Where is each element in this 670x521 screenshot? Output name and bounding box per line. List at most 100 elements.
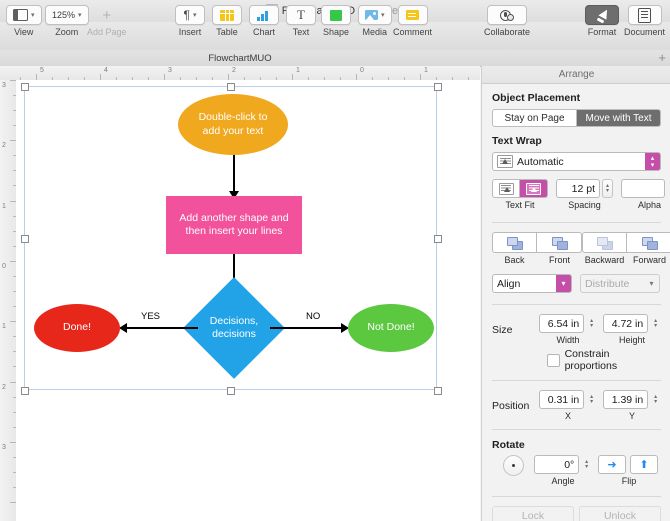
alpha-value[interactable] — [621, 179, 665, 198]
align-distribute-row: Align ▾ Distribute ▾ — [492, 274, 661, 293]
stay-on-page-option[interactable]: Stay on Page — [493, 110, 577, 126]
width-value[interactable]: 6.54 in — [539, 314, 585, 333]
position-x-value[interactable]: 0.31 in — [539, 390, 585, 409]
divider — [492, 222, 661, 223]
position-y-value[interactable]: 1.39 in — [603, 390, 649, 409]
text-fit-around-button[interactable] — [492, 179, 520, 198]
vruler-tick-label: 2 — [2, 142, 6, 149]
collaborate-button[interactable] — [487, 5, 528, 25]
position-x-stepper-arrows[interactable]: ▴ ▾ — [586, 390, 597, 409]
move-with-text-option[interactable]: Move with Text — [577, 110, 660, 126]
back-front-group: Back Front — [492, 232, 582, 265]
position-y-group: 1.39 in ▴ ▾ Y — [603, 390, 661, 421]
forward-caption: Forward — [632, 255, 666, 265]
hruler-tick-label: 5 — [40, 67, 44, 74]
plus-icon: + — [102, 6, 112, 24]
collaborate-icon — [500, 9, 515, 22]
chevron-down-icon[interactable]: ▾ — [556, 275, 571, 292]
flowchart-shape-done[interactable]: Done! — [34, 304, 120, 352]
backward-caption: Backward — [584, 255, 625, 265]
selection-handle-bottom-left[interactable] — [21, 387, 29, 395]
text-fit-group: Text Fit — [492, 179, 548, 210]
horizontal-ruler[interactable]: 5 4 3 2 1 0 1 — [0, 66, 480, 81]
bring-forward-button[interactable] — [627, 232, 670, 253]
comment-button[interactable] — [397, 5, 428, 25]
selection-handle-bottom-center[interactable] — [227, 387, 235, 395]
flowchart-shape-decision[interactable]: Decisions, decisions — [183, 277, 285, 379]
alpha-stepper[interactable]: ▴▾ — [621, 179, 670, 198]
size-heading: Size — [492, 323, 513, 336]
shape-label: Shape — [322, 27, 350, 37]
paragraph-icon: ¶ — [183, 8, 190, 22]
vruler-tick-label: 3 — [2, 82, 6, 89]
tab-flowchartmuo[interactable]: FlowchartMUO — [0, 50, 480, 66]
flip-horizontal-button[interactable]: ➜ — [598, 455, 626, 474]
selection-handle-middle-left[interactable] — [21, 235, 29, 243]
angle-caption: Angle — [551, 476, 575, 486]
text-fit-buttons[interactable] — [492, 179, 548, 198]
constrain-proportions-row[interactable]: Constrain proportions — [547, 348, 661, 372]
media-button[interactable]: ▾ — [358, 5, 392, 25]
flowchart-shape-start[interactable]: Double-click to add your text — [178, 94, 288, 155]
selection-handle-middle-right[interactable] — [434, 235, 442, 243]
add-tab-icon[interactable]: + — [658, 51, 666, 65]
position-y-stepper-arrows[interactable]: ▴ ▾ — [650, 390, 661, 409]
flip-vertical-button[interactable]: ⬆ — [630, 455, 658, 474]
shape-button[interactable] — [321, 5, 351, 25]
bring-to-front-button[interactable] — [537, 232, 582, 253]
text-button[interactable]: T — [286, 5, 316, 25]
layer-buttons-row: Back Front Backward Forward — [492, 232, 670, 265]
lock-button: Lock — [492, 506, 574, 521]
flowchart-shape-process[interactable]: Add another shape and then insert your l… — [166, 196, 302, 254]
flowchart-shape-not-done-text: Not Done! — [367, 321, 415, 334]
edge-label-yes: YES — [141, 311, 161, 322]
position-x-group: 0.31 in ▴ ▾ X — [539, 390, 597, 421]
constrain-proportions-checkbox[interactable] — [547, 353, 560, 367]
object-placement-segmented-control[interactable]: Stay on Page Move with Text — [492, 109, 661, 127]
distribute-value: Distribute — [585, 277, 630, 290]
table-button[interactable] — [212, 5, 242, 25]
text-icon: T — [297, 7, 305, 22]
align-select[interactable]: Align ▾ — [492, 274, 572, 293]
chevron-updown-icon[interactable]: ▴ ▾ — [645, 153, 660, 170]
add-page-label: Add Page — [87, 27, 127, 37]
spacing-value[interactable]: 12 pt — [556, 179, 600, 198]
view-button[interactable]: ▾ — [6, 5, 42, 25]
width-stepper-arrows[interactable]: ▴ ▾ — [586, 314, 597, 333]
spacing-stepper-arrows[interactable]: ▴ ▾ — [602, 179, 613, 198]
add-page-button[interactable]: + — [88, 5, 126, 25]
format-button[interactable] — [585, 5, 619, 25]
flowchart-shape-done-text: Done! — [62, 321, 92, 334]
lock-unlock-row: Lock Unlock — [492, 506, 661, 521]
document-button[interactable] — [627, 5, 662, 25]
toolbar-zoom-group: 125% ▾ Zoom — [45, 5, 89, 37]
vertical-ruler[interactable]: 3 2 1 0 1 2 3 — [0, 80, 17, 521]
flowchart-shape-not-done[interactable]: Not Done! — [348, 304, 434, 352]
selection-handle-top-right[interactable] — [434, 83, 442, 91]
spacing-stepper[interactable]: 12 pt ▴ ▾ — [556, 179, 613, 198]
rotate-dial[interactable] — [502, 455, 524, 476]
panel-body: Object Placement Stay on Page Move with … — [482, 92, 670, 521]
collaborate-label: Collaborate — [484, 27, 531, 37]
media-label: Media — [362, 27, 388, 37]
divider — [492, 496, 661, 497]
text-wrap-select[interactable]: Automatic ▴ ▾ — [492, 152, 661, 171]
chart-button[interactable] — [249, 5, 279, 25]
angle-value[interactable]: 0° — [534, 455, 580, 474]
text-fit-tight-button[interactable] — [520, 179, 548, 198]
toolbar-comment-group: Comment — [393, 5, 432, 37]
send-to-back-button[interactable] — [492, 232, 537, 253]
selection-handle-bottom-right[interactable] — [434, 387, 442, 395]
zoom-button[interactable]: 125% ▾ — [45, 5, 89, 25]
document-canvas[interactable]: Double-click to add your text Add anothe… — [16, 80, 480, 521]
insert-button[interactable]: ¶ ▾ — [175, 5, 205, 25]
toolbar-media-group: ▾ Media — [358, 5, 392, 37]
selection-handle-top-left[interactable] — [21, 83, 29, 91]
flip-group: ➜ ⬆ Flip — [598, 455, 660, 486]
angle-stepper-arrows[interactable]: ▴ ▾ — [581, 455, 592, 474]
height-value[interactable]: 4.72 in — [603, 314, 649, 333]
height-stepper-arrows[interactable]: ▴ ▾ — [650, 314, 661, 333]
selection-handle-top-center[interactable] — [227, 83, 235, 91]
table-label: Table — [216, 27, 238, 37]
chevron-down-icon: ▾ — [31, 11, 35, 19]
